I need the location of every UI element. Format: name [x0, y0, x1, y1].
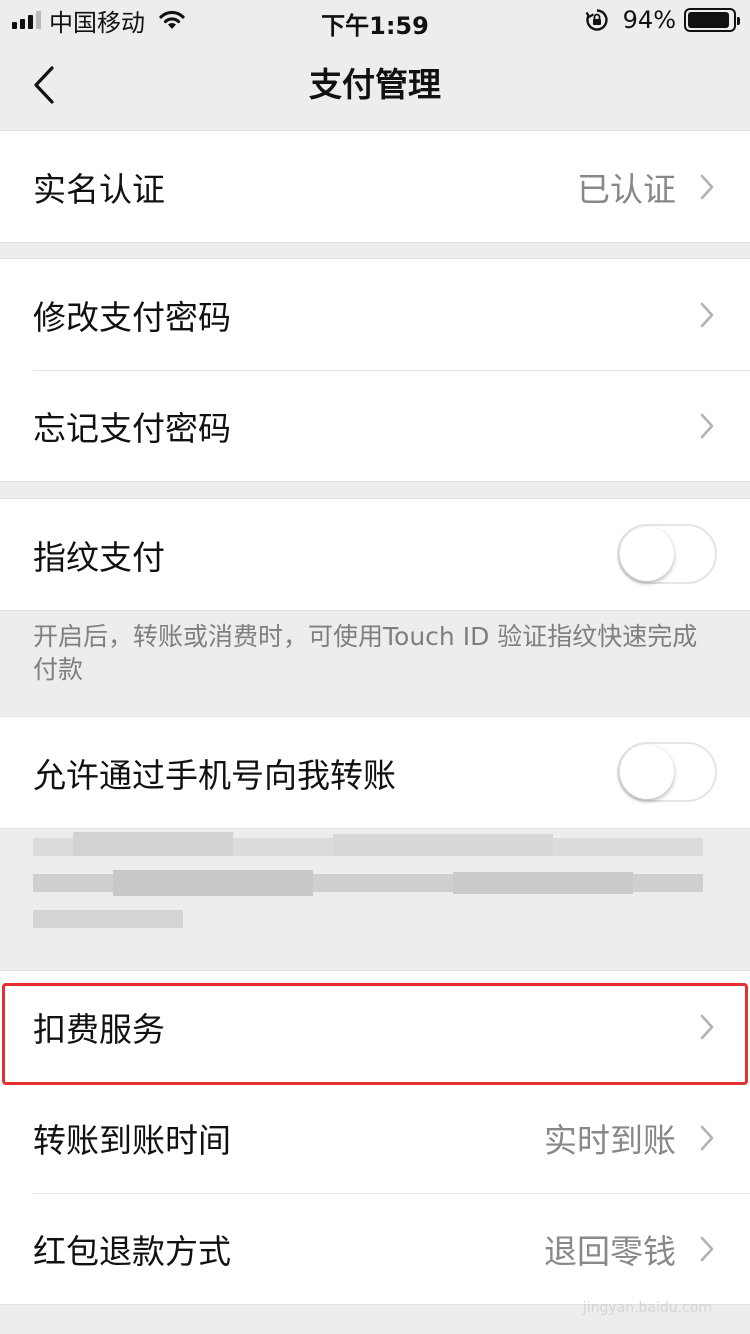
rotation-lock-icon: [585, 9, 608, 31]
transfer-time-row[interactable]: 转账到账时间 实时到账: [0, 1082, 750, 1193]
identity-label: 实名认证: [33, 169, 165, 209]
chevron-right-icon: [700, 1014, 714, 1040]
forgot-password-row[interactable]: 忘记支付密码: [0, 370, 750, 481]
red-packet-refund-right: 退回零钱: [544, 1193, 714, 1304]
password-group: 修改支付密码 忘记支付密码: [0, 258, 750, 482]
change-password-right: [700, 259, 714, 370]
toggle-knob: [620, 745, 674, 799]
deduction-service-row[interactable]: 扣费服务: [0, 971, 750, 1082]
fingerprint-group: 指纹支付: [0, 498, 750, 611]
phone-transfer-row: 允许通过手机号向我转账: [0, 717, 750, 828]
deduction-service-right: [700, 971, 714, 1082]
red-packet-refund-row[interactable]: 红包退款方式 退回零钱: [0, 1193, 750, 1304]
redacted-note: [33, 832, 713, 942]
chevron-right-icon: [700, 413, 714, 439]
toggle-knob: [620, 527, 674, 581]
transfer-time-right: 实时到账: [544, 1082, 714, 1193]
chevron-right-icon: [700, 1125, 714, 1151]
forgot-password-right: [700, 370, 714, 481]
page-title: 支付管理: [309, 65, 441, 104]
services-group: 扣费服务 转账到账时间 实时到账 红包退款方式 退回零钱: [0, 970, 750, 1305]
chevron-right-icon: [700, 302, 714, 328]
fingerprint-row: 指纹支付: [0, 499, 750, 610]
phone-transfer-toggle[interactable]: [617, 742, 717, 802]
identity-row[interactable]: 实名认证 已认证: [0, 131, 750, 242]
change-password-label: 修改支付密码: [33, 297, 231, 337]
change-password-row[interactable]: 修改支付密码: [0, 259, 750, 370]
deduction-service-label: 扣费服务: [33, 1009, 165, 1049]
chevron-right-icon: [700, 174, 714, 200]
nav-bar: 支付管理: [0, 40, 750, 130]
forgot-password-label: 忘记支付密码: [33, 408, 231, 448]
fingerprint-note: 开启后，转账或消费时，可使用Touch ID 验证指纹快速完成付款: [33, 622, 698, 684]
identity-status: 已认证: [577, 169, 676, 209]
red-packet-refund-value: 退回零钱: [544, 1231, 676, 1271]
transfer-time-label: 转账到账时间: [33, 1120, 231, 1160]
transfer-time-value: 实时到账: [544, 1120, 676, 1160]
phone-transfer-label: 允许通过手机号向我转账: [33, 755, 396, 795]
status-right: 94%: [585, 6, 740, 34]
chevron-right-icon: [700, 1236, 714, 1262]
battery-fill: [688, 12, 730, 28]
fingerprint-label: 指纹支付: [33, 537, 165, 577]
battery-icon: [684, 8, 740, 32]
status-bar: 中国移动 下午1:59 94%: [0, 0, 750, 40]
battery-percent: 94%: [622, 6, 676, 34]
red-packet-refund-label: 红包退款方式: [33, 1231, 231, 1271]
fingerprint-toggle[interactable]: [617, 524, 717, 584]
identity-group: 实名认证 已认证: [0, 130, 750, 243]
phone-transfer-group: 允许通过手机号向我转账: [0, 716, 750, 829]
identity-right: 已认证: [577, 131, 714, 242]
